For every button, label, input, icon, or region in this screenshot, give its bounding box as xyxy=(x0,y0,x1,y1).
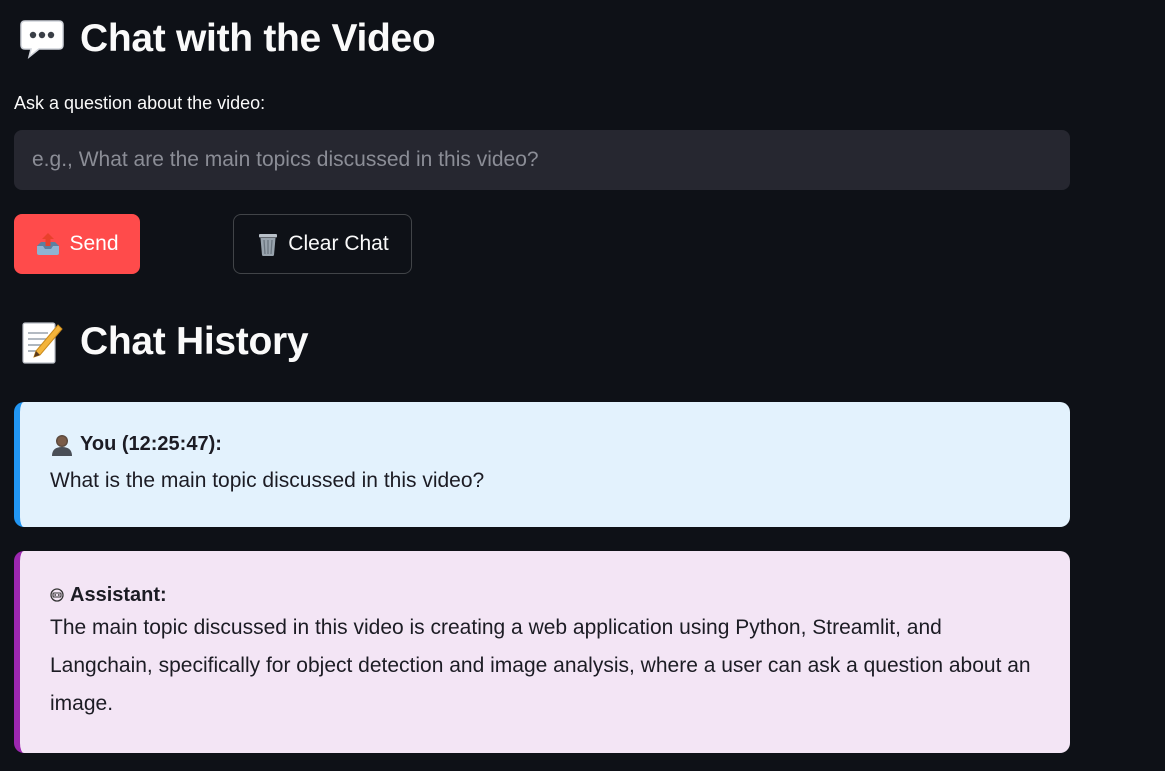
outbox-tray-icon xyxy=(35,232,61,256)
assistant-message-header: Assistant: xyxy=(70,584,167,606)
user-message: You (12:25:47): What is the main topic d… xyxy=(14,402,1070,527)
app-page: Chat with the Video Ask a question about… xyxy=(0,0,1165,771)
robot-icon xyxy=(50,588,64,602)
user-message-text: What is the main topic discussed in this… xyxy=(50,469,485,492)
speech-balloon-icon xyxy=(18,17,66,61)
memo-icon xyxy=(18,320,66,364)
question-label: Ask a question about the video: xyxy=(14,93,266,113)
clear-chat-button-label: Clear Chat xyxy=(288,232,389,255)
assistant-message-text: The main topic discussed in this video i… xyxy=(50,616,1031,715)
page-header: Chat with the Video xyxy=(18,14,436,64)
question-input[interactable] xyxy=(14,130,1070,190)
person-icon xyxy=(50,432,74,456)
history-title: Chat History xyxy=(80,320,309,363)
history-header: Chat History xyxy=(18,314,309,370)
user-message-header-row: You (12:25:47): xyxy=(50,430,1046,458)
assistant-message-header-row: Assistant: xyxy=(50,581,1046,609)
user-message-header: You (12:25:47): xyxy=(80,433,222,455)
clear-chat-button[interactable]: Clear Chat xyxy=(233,214,412,274)
assistant-message: Assistant: The main topic discussed in t… xyxy=(14,551,1070,753)
send-button-label: Send xyxy=(69,232,119,255)
wastebasket-icon xyxy=(256,231,280,257)
page-title: Chat with the Video xyxy=(80,17,436,60)
send-button[interactable]: Send xyxy=(14,214,140,274)
